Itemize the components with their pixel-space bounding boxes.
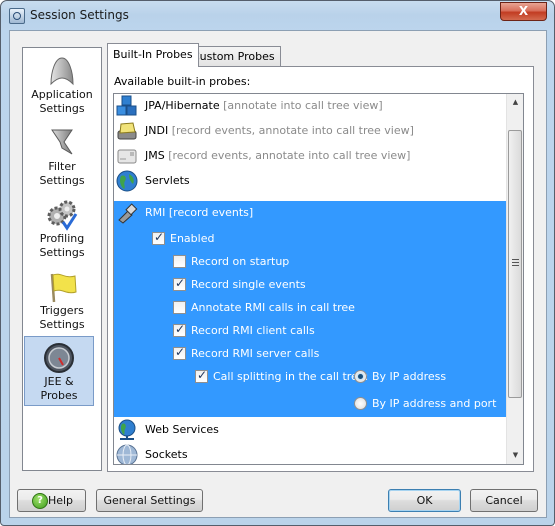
checkbox-checked[interactable] xyxy=(152,230,165,245)
probe-name: JPA/Hibernate xyxy=(145,99,220,112)
record-on-startup-label: Record on startup xyxy=(191,255,290,268)
checkbox-checked[interactable] xyxy=(173,322,186,337)
probe-row-jndi[interactable]: JNDI [record events, annotate into call … xyxy=(114,119,507,143)
filter-funnel-icon xyxy=(51,129,73,155)
tab-built-in-probes[interactable]: Built-In Probes xyxy=(107,43,199,67)
close-button[interactable]: X xyxy=(500,2,547,21)
call-splitting-label: Call splitting in the call tree: xyxy=(213,370,369,383)
blocks-icon xyxy=(116,95,137,116)
sidebar-label-line2: Settings xyxy=(39,318,85,331)
sidebar-item-profiling-settings[interactable]: Profiling Settings xyxy=(24,194,100,266)
probe-row-rmi-header[interactable]: RMI [record events] xyxy=(114,201,507,225)
gauge-icon xyxy=(44,343,74,373)
checkbox-unchecked[interactable] xyxy=(173,301,186,314)
probe-name: JMS xyxy=(145,149,165,162)
network-plug-icon xyxy=(118,203,138,224)
probe-name: Web Services xyxy=(145,423,219,436)
available-probes-label: Available built-in probes: xyxy=(114,75,251,88)
flag-icon xyxy=(50,273,77,303)
grip-icon xyxy=(512,259,519,267)
probe-row-web-services[interactable]: Web Services xyxy=(114,418,507,442)
sidebar-item-filter-settings[interactable]: Filter Settings xyxy=(24,122,100,194)
probe-row-rmi[interactable]: RMI [record events] Enabled Record on st… xyxy=(114,201,507,417)
checkbox-checked[interactable] xyxy=(195,368,208,383)
session-settings-icon xyxy=(9,8,25,24)
checkbox-unchecked[interactable] xyxy=(173,255,186,268)
probe-row-jms[interactable]: JMS [record events, annotate into call t… xyxy=(114,144,507,168)
dialog-body: Application Settings Filter Settings Pro… xyxy=(9,30,547,518)
record-rmi-server-calls-label: Record RMI server calls xyxy=(191,347,320,360)
probe-description: [annotate into call tree view] xyxy=(223,99,383,112)
network-globe-icon xyxy=(118,419,136,440)
ok-button[interactable]: OK xyxy=(388,489,461,512)
probe-row-servlets[interactable]: Servlets xyxy=(114,169,507,193)
session-settings-window: Session Settings X Application Settings xyxy=(0,0,555,526)
help-icon: ? xyxy=(32,493,48,509)
probe-name: RMI xyxy=(145,206,166,219)
sidebar-item-jee-probes[interactable]: JEE & Probes xyxy=(24,336,94,406)
radio-selected[interactable] xyxy=(354,370,367,383)
tab-custom-probes[interactable]: Custom Probes xyxy=(186,46,281,66)
help-label: Help xyxy=(47,494,74,507)
general-settings-button[interactable]: General Settings xyxy=(96,489,203,512)
sidebar-item-application-settings[interactable]: Application Settings xyxy=(24,50,100,122)
directory-icon xyxy=(117,122,137,140)
sidebar-label-line1: JEE & xyxy=(44,375,74,388)
scroll-down-arrow-icon[interactable]: ▼ xyxy=(507,447,523,464)
help-button[interactable]: ? Help xyxy=(17,489,86,512)
cancel-button[interactable]: Cancel xyxy=(470,489,538,512)
sidebar-label-line2: Settings xyxy=(39,174,85,187)
split-by-ip-label: By IP address xyxy=(372,370,447,383)
built-in-probes-panel: Available built-in probes: JPA/Hibernate… xyxy=(107,66,534,472)
mail-icon xyxy=(117,149,137,164)
sidebar-label-line2: Settings xyxy=(39,102,85,115)
sidebar-label-line1: Profiling xyxy=(39,232,85,245)
probe-name: Sockets xyxy=(145,448,188,461)
checkbox-checked[interactable] xyxy=(173,345,186,360)
sidebar-item-triggers-settings[interactable]: Triggers Settings xyxy=(24,266,100,338)
sidebar-label-line2: Probes xyxy=(40,389,78,402)
probe-description: [record events, annotate into call tree … xyxy=(171,124,414,137)
enabled-label: Enabled xyxy=(170,232,215,245)
split-by-ip-port-label: By IP address and port xyxy=(372,397,497,410)
probes-list[interactable]: JPA/Hibernate [annotate into call tree v… xyxy=(113,93,524,465)
gears-icon xyxy=(47,200,78,231)
application-icon xyxy=(50,57,74,86)
sphere-icon xyxy=(116,444,138,464)
title-bar: Session Settings X xyxy=(1,1,554,31)
record-single-events-label: Record single events xyxy=(191,278,306,291)
probe-row-sockets[interactable]: Sockets xyxy=(114,443,507,464)
record-rmi-client-calls-label: Record RMI client calls xyxy=(191,324,315,337)
vertical-scrollbar[interactable]: ▲ ▼ xyxy=(506,94,523,464)
settings-sidebar: Application Settings Filter Settings Pro… xyxy=(22,47,102,471)
probe-row-jpa-hibernate[interactable]: JPA/Hibernate [annotate into call tree v… xyxy=(114,94,507,118)
sidebar-label-line2: Settings xyxy=(39,246,85,259)
radio-unselected[interactable] xyxy=(354,397,367,410)
probe-description: [record events] xyxy=(168,206,254,219)
window-title: Session Settings xyxy=(30,8,129,22)
sidebar-label-line1: Application xyxy=(31,88,93,101)
probe-name: Servlets xyxy=(145,174,190,187)
globe-icon xyxy=(116,170,138,192)
checkbox-checked[interactable] xyxy=(173,276,186,291)
scroll-up-arrow-icon[interactable]: ▲ xyxy=(507,94,523,111)
annotate-rmi-calls-label: Annotate RMI calls in call tree xyxy=(191,301,355,314)
scrollbar-thumb[interactable] xyxy=(508,130,522,398)
sidebar-label-line1: Filter xyxy=(48,160,76,173)
sidebar-label-line1: Triggers xyxy=(40,304,84,317)
probe-name: JNDI xyxy=(145,124,169,137)
probe-description: [record events, annotate into call tree … xyxy=(168,149,411,162)
